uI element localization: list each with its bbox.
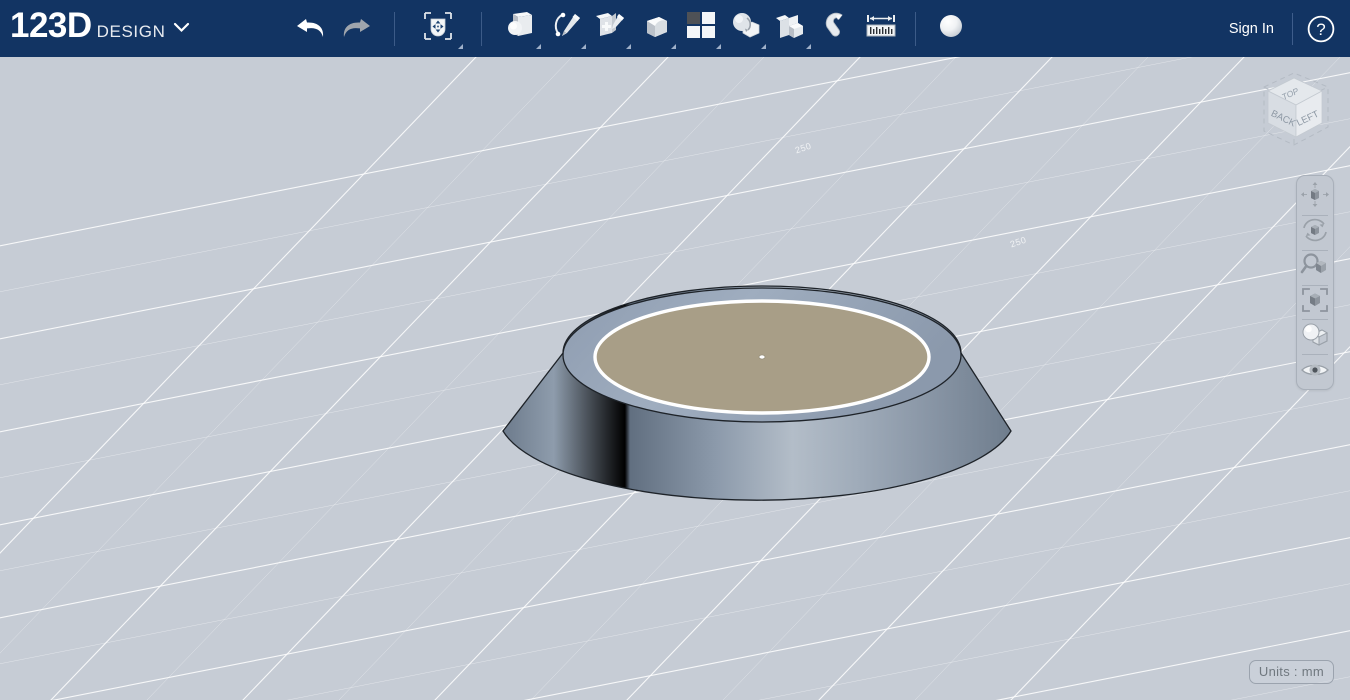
fit-button[interactable] <box>1298 285 1332 319</box>
chevron-down-icon[interactable] <box>173 20 190 38</box>
units-indicator[interactable]: Units : mm <box>1248 660 1334 684</box>
zoom-button[interactable] <box>1298 251 1332 285</box>
combine-button[interactable] <box>768 5 813 53</box>
sign-in-button[interactable]: Sign In <box>1220 15 1283 43</box>
primitives-button[interactable] <box>498 5 543 53</box>
app-root: 123D DESIGN Sign In ? 250 250 TOP BACK L… <box>0 0 1350 700</box>
sketch-pen-icon <box>549 11 583 46</box>
view-style-button[interactable] <box>1298 320 1332 354</box>
pattern-grid-icon <box>686 11 716 46</box>
combine-dropdown-caret[interactable] <box>806 43 812 49</box>
header-separator <box>1292 12 1293 45</box>
toolbar-separator <box>394 11 396 46</box>
redo-button[interactable] <box>333 5 378 53</box>
visibility-button[interactable] <box>1298 355 1332 389</box>
transform-move-icon <box>422 10 454 47</box>
pattern-dropdown-caret[interactable] <box>716 43 722 49</box>
primitives-solids-icon <box>504 11 538 46</box>
main-toolbar <box>288 0 973 57</box>
transform-button[interactable] <box>411 5 465 53</box>
grouping-icon <box>729 11 763 46</box>
header-right-group: Sign In ? <box>1220 0 1350 57</box>
pan-arrows-icon <box>1300 181 1330 214</box>
snap-button[interactable] <box>813 5 858 53</box>
navigation-bar <box>1296 175 1334 390</box>
material-button[interactable] <box>928 5 973 53</box>
ground-grid <box>0 57 1350 700</box>
transform-dropdown-caret[interactable] <box>458 43 464 49</box>
logo-main-text: 123D <box>10 6 92 45</box>
measure-ruler-icon <box>864 11 898 46</box>
face-center-point <box>758 354 766 360</box>
eye-visibility-icon <box>1300 358 1330 387</box>
primitives-dropdown-caret[interactable] <box>536 43 542 49</box>
snap-magnet-icon <box>820 11 852 46</box>
grouping-dropdown-caret[interactable] <box>761 43 767 49</box>
material-sphere-icon <box>936 11 966 46</box>
model-truncated-cone <box>502 285 1012 501</box>
view-cube[interactable]: TOP BACK LEFT <box>1246 65 1342 165</box>
viewport-canvas[interactable]: 250 250 TOP BACK LEFT Units: mm <box>0 57 1350 700</box>
orbit-rotate-icon <box>1300 216 1330 249</box>
logo-sub-text: DESIGN <box>96 22 166 41</box>
sketch-dropdown-caret[interactable] <box>581 43 587 49</box>
svg-text:?: ? <box>1316 20 1325 39</box>
construct-box-icon <box>594 11 628 46</box>
grouping-button[interactable] <box>723 5 768 53</box>
modify-dropdown-caret[interactable] <box>671 43 677 49</box>
fit-to-window-icon <box>1300 286 1330 319</box>
zoom-magnifier-icon <box>1300 251 1330 284</box>
view-style-sphere-icon <box>1300 321 1330 354</box>
sketch-button[interactable] <box>543 5 588 53</box>
measure-button[interactable] <box>858 5 903 53</box>
undo-button[interactable] <box>288 5 333 53</box>
app-logo[interactable]: 123D DESIGN <box>0 0 190 57</box>
pattern-button[interactable] <box>678 5 723 53</box>
main-header: 123D DESIGN Sign In ? <box>0 0 1350 57</box>
orbit-button[interactable] <box>1298 216 1332 250</box>
toolbar-separator <box>915 11 917 46</box>
pan-button[interactable] <box>1298 181 1332 215</box>
help-question-icon[interactable]: ? <box>1306 14 1336 44</box>
combine-boolean-icon <box>774 11 808 46</box>
modify-button[interactable] <box>633 5 678 53</box>
modify-fillet-icon <box>639 11 673 46</box>
construct-dropdown-caret[interactable] <box>626 43 632 49</box>
construct-button[interactable] <box>588 5 633 53</box>
toolbar-separator <box>481 11 483 46</box>
